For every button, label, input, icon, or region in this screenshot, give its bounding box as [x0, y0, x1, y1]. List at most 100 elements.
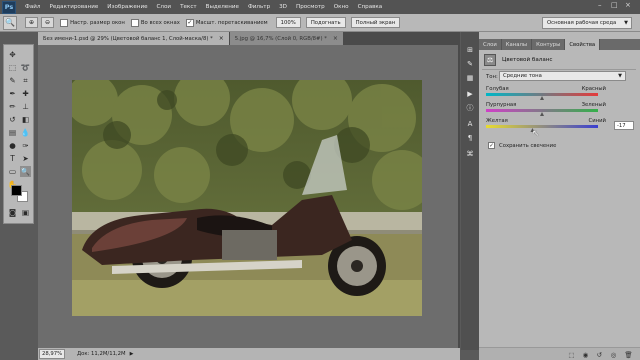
slider-handle[interactable] [540, 96, 544, 100]
tab-document-1[interactable]: Без имени-1.psd @ 29% (Цветовой баланс 1… [38, 32, 229, 45]
menu-layer[interactable]: Слои [157, 4, 172, 10]
menu-help[interactable]: Справка [358, 4, 383, 10]
motorcycle-photo [72, 80, 422, 316]
slider-left-label: Голубая [486, 86, 509, 92]
menu-3d[interactable]: 3D [279, 4, 287, 10]
pen-tool-icon[interactable]: ✑ [20, 140, 31, 151]
fit-screen-button[interactable]: Подогнать [305, 17, 346, 28]
zoom-level-field[interactable]: 28,97% [39, 349, 65, 359]
yellow-blue-slider: Желтая Синий -17 [486, 118, 634, 140]
menu-select[interactable]: Выделение [206, 4, 239, 10]
marquee-tool-icon[interactable]: ⬚ [7, 62, 18, 73]
all-windows-checkbox[interactable] [130, 18, 139, 27]
full-screen-button[interactable]: Полный экран [350, 17, 401, 28]
close-icon[interactable]: × [219, 35, 224, 42]
preserve-luminosity[interactable]: ✓ Сохранить свечение [488, 142, 556, 149]
mouse-cursor-icon: ↖ [532, 129, 540, 139]
slider-track[interactable] [486, 109, 598, 112]
menu-file[interactable]: Файл [25, 4, 40, 10]
zoom-tool-icon[interactable]: 🔍 [20, 166, 31, 177]
brush-settings-icon[interactable]: ✎ [464, 58, 476, 69]
preserve-luminosity-checkbox[interactable]: ✓ [488, 142, 495, 149]
maximize-icon[interactable]: □ [611, 1, 618, 9]
tone-select[interactable]: Средние тона ▼ [499, 71, 626, 81]
clip-to-layer-icon[interactable]: ⬚ [567, 350, 576, 359]
dodge-tool-icon[interactable]: ● [7, 140, 18, 151]
divider [482, 69, 636, 70]
minimize-icon[interactable]: – [598, 1, 602, 9]
tab-channels[interactable]: Каналы [502, 39, 533, 50]
brush-tool-icon[interactable]: ✏ [7, 101, 18, 112]
character-icon[interactable]: A [464, 118, 476, 129]
paragraph-icon[interactable]: ¶ [464, 132, 476, 143]
foreground-color-swatch[interactable] [11, 185, 22, 196]
quick-select-tool-icon[interactable]: ✎ [7, 75, 18, 86]
zoom-in-button[interactable]: ⊕ [25, 17, 39, 28]
path-select-tool-icon[interactable]: ➤ [20, 153, 31, 164]
menu-edit[interactable]: Редактирование [49, 4, 98, 10]
quick-mask-icon[interactable]: ◙ [7, 207, 18, 218]
tab-paths[interactable]: Контуры [532, 39, 566, 50]
workspace-select[interactable]: Основная рабочая среда ▼ [542, 17, 632, 29]
trash-icon[interactable]: 🗑 [624, 350, 633, 359]
chevron-down-icon: ▼ [618, 73, 622, 79]
chevron-right-icon[interactable]: ▶ [130, 351, 134, 357]
panel-tabs: Слои Каналы Контуры Свойства [479, 39, 640, 50]
document-area: Без имени-1.psd @ 29% (Цветовой баланс 1… [38, 32, 460, 360]
slider-handle[interactable] [540, 112, 544, 116]
slider-track[interactable] [486, 93, 598, 96]
history-icon[interactable]: ⊞ [464, 44, 476, 55]
info-icon[interactable]: ⓘ [464, 102, 476, 113]
move-tool-icon[interactable]: ✥ [7, 49, 18, 60]
reset-icon[interactable]: ↺ [595, 350, 604, 359]
menu-window[interactable]: Окно [334, 4, 349, 10]
tab-layers[interactable]: Слои [479, 39, 502, 50]
menu-filter[interactable]: Фильтр [248, 4, 270, 10]
properties-panel: Слои Каналы Контуры Свойства ⚖ Цветовой … [479, 32, 640, 360]
visibility-icon[interactable]: ◎ [609, 350, 618, 359]
eraser-tool-icon[interactable]: ◧ [20, 114, 31, 125]
image-canvas[interactable] [72, 80, 422, 316]
shape-tool-icon[interactable]: ▭ [7, 166, 18, 177]
menu-view[interactable]: Просмотр [296, 4, 325, 10]
view-previous-icon[interactable]: ◉ [581, 350, 590, 359]
options-bar: 🔍 ⊕ ⊖ Настр. размер окон Во всех окнах ✓… [0, 14, 640, 32]
zoom-tool-preset-icon[interactable]: 🔍 [3, 15, 17, 30]
eyedropper-tool-icon[interactable]: ✒ [7, 88, 18, 99]
screen-mode-icon[interactable]: ▣ [20, 207, 31, 218]
zoom-out-button[interactable]: ⊖ [41, 17, 55, 28]
lasso-tool-icon[interactable]: ➰ [20, 62, 31, 73]
properties-header: ⚖ Цветовой баланс [484, 54, 553, 66]
vertical-scrollbar[interactable] [458, 45, 460, 348]
tab-document-2[interactable]: 5.jpg @ 16,7% (Слой 0, RGB/8#) * × [229, 32, 343, 45]
yellow-blue-value-field[interactable]: -17 [614, 121, 634, 130]
slider-right-label: Красный [581, 86, 606, 92]
document-tabs: Без имени-1.psd @ 29% (Цветовой баланс 1… [38, 32, 460, 45]
panel-dock: ⊞ ✎ ▦ ▶ ⓘ A ¶ ⌘ [461, 32, 479, 350]
history-brush-tool-icon[interactable]: ↺ [7, 114, 18, 125]
actions-icon[interactable]: ▶ [464, 88, 476, 99]
scrubby-zoom-label: Масшт. перетаскиванием [195, 19, 268, 26]
resize-windows-checkbox[interactable] [60, 18, 69, 27]
close-icon[interactable]: × [333, 35, 338, 42]
preserve-luminosity-label: Сохранить свечение [499, 142, 557, 149]
gradient-tool-icon[interactable]: ▤ [7, 127, 18, 138]
slider-track[interactable] [486, 125, 598, 128]
tools-panel: ✥ ⬚ ➰ ✎ ⌗ ✒ ✚ ✏ ⊥ ↺ ◧ ▤ 💧 ● ✑ T ➤ ▭ 🔍 ✋ … [3, 44, 34, 224]
scrubby-zoom-checkbox[interactable]: ✓ [185, 18, 194, 27]
menu-type[interactable]: Текст [180, 4, 197, 10]
type-tool-icon[interactable]: T [7, 153, 18, 164]
swatches-icon[interactable]: ▦ [464, 72, 476, 83]
tab-label: 5.jpg @ 16,7% (Слой 0, RGB/8#) * [234, 35, 327, 42]
blur-tool-icon[interactable]: 💧 [20, 127, 31, 138]
chevron-down-icon: ▼ [624, 20, 628, 26]
healing-tool-icon[interactable]: ✚ [20, 88, 31, 99]
zoom-100-button[interactable]: 100% [275, 17, 301, 28]
tool-presets-icon[interactable]: ⌘ [464, 148, 476, 159]
menu-image[interactable]: Изображение [107, 4, 147, 10]
close-icon[interactable]: × [625, 1, 631, 9]
stamp-tool-icon[interactable]: ⊥ [20, 101, 31, 112]
crop-tool-icon[interactable]: ⌗ [20, 75, 31, 86]
resize-windows-label: Настр. размер окон [70, 19, 125, 26]
tab-properties[interactable]: Свойства [565, 39, 601, 50]
